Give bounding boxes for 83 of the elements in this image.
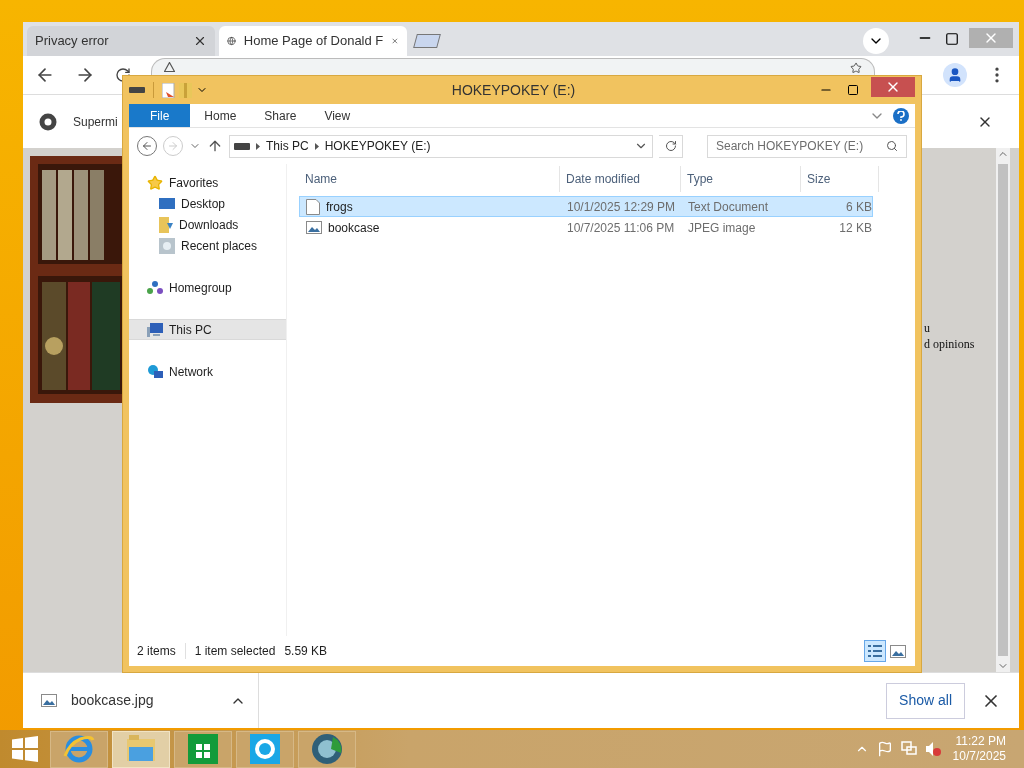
refresh-button[interactable]: [659, 134, 683, 158]
globe-monitor-icon: [147, 363, 163, 380]
taskbar-button[interactable]: [298, 730, 356, 768]
person-icon: [947, 67, 963, 83]
window-title: HOKEYPOKEY (E:): [451, 82, 576, 98]
breadcrumb-arrow-icon: [314, 142, 319, 150]
column-header[interactable]: Type: [681, 166, 801, 192]
nav-item[interactable]: Homegroup: [129, 277, 286, 298]
nav-item[interactable]: This PC: [129, 319, 286, 340]
column-header[interactable]: Size: [801, 166, 879, 192]
breadcrumb-arrow-icon: [256, 142, 260, 150]
e-ring-icon: [63, 734, 95, 764]
refresh-icon: [664, 140, 677, 152]
breadcrumb[interactable]: HOKEYPOKEY (E:): [324, 137, 431, 155]
forward-arrow-icon: [167, 140, 179, 152]
close-tab-icon[interactable]: [193, 34, 207, 48]
ribbon-tab[interactable]: Share: [250, 104, 311, 127]
maximize-icon[interactable]: [847, 84, 859, 96]
back-arrow-icon: [141, 140, 153, 152]
page-text: d opinions: [924, 336, 976, 352]
nav-item[interactable]: Recent places: [129, 235, 286, 256]
warning-icon: [164, 62, 175, 72]
file-row[interactable]: bookcase 10/7/2025 11:06 PM JPEG image 12 KB: [299, 217, 873, 238]
folder-icon: [159, 216, 173, 233]
scrollbar[interactable]: [996, 148, 1010, 672]
column-header[interactable]: Name: [299, 166, 560, 192]
properties-icon[interactable]: [162, 82, 175, 98]
network-dots-icon: [147, 279, 163, 296]
list-icon: [868, 645, 882, 657]
status-item-count: 2 items: [137, 643, 176, 660]
drive-icon: [129, 86, 145, 94]
star-icon: [147, 174, 163, 191]
ribbon-tab[interactable]: Home: [190, 104, 251, 127]
close-window-button[interactable]: [871, 77, 915, 97]
clock-grid-icon: [159, 237, 175, 254]
taskbar-button[interactable]: [174, 730, 232, 768]
file-row[interactable]: frogs 10/1/2025 12:29 PM Text Document 6 KB: [299, 196, 873, 217]
infobar-text: Supermi: [73, 113, 118, 131]
status-size: 5.59 KB: [284, 643, 328, 660]
view-button[interactable]: [864, 640, 886, 662]
nav-item[interactable]: Downloads: [129, 214, 286, 235]
image-file-icon: [306, 221, 322, 234]
shopping-bag-icon: [188, 734, 218, 764]
search-field[interactable]: Search HOKEYPOKEY (E:): [707, 134, 907, 158]
tab-list-button[interactable]: [863, 28, 889, 54]
breadcrumb[interactable]: This PC: [266, 137, 309, 155]
maximize-icon[interactable]: [945, 32, 959, 46]
browser-tab[interactable]: Privacy error: [27, 26, 215, 56]
column-header[interactable]: Date modified: [560, 166, 681, 192]
folder-icon: [125, 735, 157, 763]
flag-icon[interactable]: [876, 741, 893, 757]
profile-avatar[interactable]: [943, 63, 967, 87]
bookmark-star-icon[interactable]: [850, 62, 862, 74]
search-icon: [886, 140, 898, 152]
new-tab-button[interactable]: [413, 34, 441, 48]
reload-icon[interactable]: [115, 67, 131, 83]
nav-item[interactable]: Favorites: [129, 172, 286, 193]
question-mark-icon: [897, 110, 905, 121]
taskbar-button[interactable]: [236, 730, 294, 768]
ribbon-tab[interactable]: View: [310, 104, 365, 127]
image-file-icon: [890, 644, 906, 658]
search-input[interactable]: Search HOKEYPOKEY (E:): [716, 137, 886, 155]
drive-icon: [234, 142, 250, 150]
status-selection: 1 item selected: [194, 643, 276, 660]
windows-logo-icon[interactable]: [12, 736, 38, 762]
chat-bubble-icon: [250, 734, 280, 764]
muted-speaker-icon[interactable]: [924, 741, 941, 757]
nav-item[interactable]: Network: [129, 361, 286, 382]
sphere-icon: [311, 733, 343, 765]
page-text: u: [924, 320, 931, 336]
up-icon[interactable]: [207, 138, 223, 154]
document-icon: [306, 198, 320, 215]
browser-tab[interactable]: Home Page of Donald F: [219, 26, 407, 56]
network-icon[interactable]: [900, 741, 917, 757]
computer-icon: [147, 322, 163, 337]
help-button[interactable]: [893, 107, 909, 124]
aperture-icon: [39, 112, 57, 131]
taskbar-button[interactable]: [50, 730, 108, 768]
nav-item[interactable]: Desktop: [129, 193, 286, 214]
show-all-button[interactable]: Show all: [886, 682, 965, 719]
monitor-icon: [159, 197, 175, 210]
image-file-icon: [41, 694, 57, 707]
address-bar[interactable]: This PC HOKEYPOKEY (E:): [229, 134, 653, 158]
